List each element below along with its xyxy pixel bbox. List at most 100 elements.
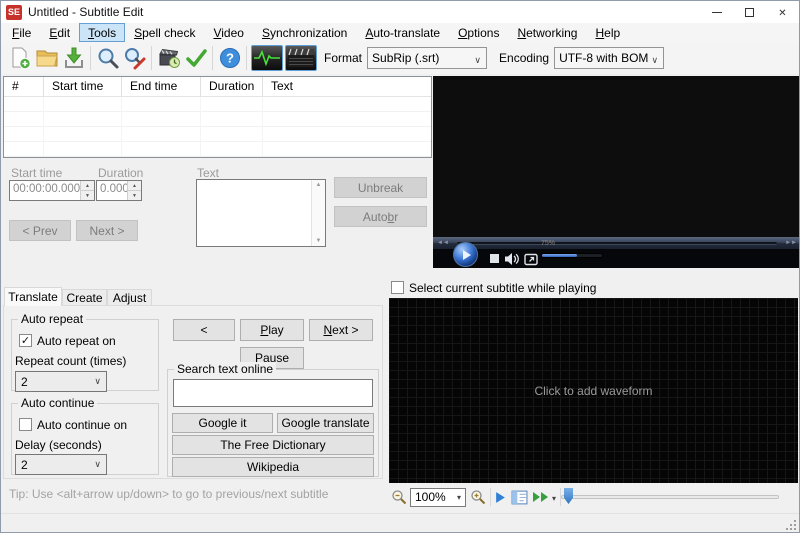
menu-options[interactable]: Options [449, 23, 508, 42]
auto-repeat-checkbox-label: Auto repeat on [37, 334, 116, 348]
spin-down-icon[interactable] [128, 191, 141, 200]
menu-help[interactable]: Help [586, 23, 629, 42]
help-button[interactable]: ? [216, 45, 243, 72]
google-translate-button[interactable]: Google translate [277, 413, 374, 433]
start-time-spinner[interactable] [80, 181, 94, 200]
search-text-input[interactable] [173, 379, 373, 407]
visual-sync-button[interactable] [155, 45, 182, 72]
auto-continue-checkbox[interactable] [19, 418, 32, 431]
save-subtitle-button[interactable] [60, 45, 87, 72]
window-controls [700, 1, 799, 23]
google-it-button[interactable]: Google it [172, 413, 273, 433]
auto-continue-checkbox-label: Auto continue on [37, 418, 128, 432]
spin-up-icon[interactable] [128, 181, 141, 191]
speaker-icon[interactable] [504, 252, 520, 266]
replace-button[interactable] [121, 45, 148, 72]
waveform-area[interactable]: Click to add waveform [389, 298, 798, 483]
menu-file[interactable]: File [3, 23, 40, 42]
zoom-out-icon[interactable] [391, 489, 407, 505]
close-button[interactable] [766, 1, 799, 23]
column-number[interactable]: # [4, 77, 44, 96]
video-player[interactable]: ◄◄ ►► 75% [433, 76, 799, 268]
auto-br-suffix: br [387, 209, 399, 224]
start-time-input[interactable]: 00:00:00.000 [9, 180, 95, 201]
spin-down-icon[interactable] [81, 191, 94, 200]
menu-edit[interactable]: Edit [40, 23, 79, 42]
fast-forward-icon[interactable] [532, 491, 550, 503]
play-icon [462, 249, 471, 260]
subtitle-list[interactable]: # Start time End time Duration Text [3, 76, 432, 158]
open-subtitle-button[interactable] [33, 45, 60, 72]
menu-tools[interactable]: Tools [79, 23, 126, 42]
fullscreen-icon[interactable] [524, 252, 538, 266]
video-toggle-button[interactable] [285, 45, 317, 71]
waveform-play-icon[interactable] [495, 491, 506, 504]
format-select[interactable]: SubRip (.srt) [367, 47, 488, 69]
tab-translate[interactable]: Translate [4, 287, 62, 306]
video-seek-bar[interactable]: ◄◄ ►► [433, 237, 799, 249]
duration-input[interactable]: 0.000 [96, 180, 142, 201]
repeat-count-select[interactable]: 2 [15, 371, 107, 392]
menu-video[interactable]: Video [204, 23, 252, 42]
auto-repeat-checkbox[interactable] [19, 334, 32, 347]
text-scrollbar[interactable] [311, 180, 325, 246]
minimize-button[interactable] [700, 1, 733, 23]
seek-track[interactable] [456, 241, 778, 245]
window-title: Untitled - Subtitle Edit [28, 5, 144, 19]
chevron-down-icon [94, 459, 101, 470]
help-icon: ? [219, 48, 240, 68]
seek-back-icon[interactable]: ◄◄ [433, 240, 453, 246]
unbreak-button[interactable]: Unbreak [334, 177, 427, 198]
encoding-select[interactable]: UTF-8 with BOM [554, 47, 665, 69]
column-text[interactable]: Text [263, 77, 431, 96]
free-dictionary-button[interactable]: The Free Dictionary [172, 435, 374, 455]
toolbar-separator [212, 46, 213, 70]
spin-up-icon[interactable] [81, 181, 94, 191]
seek-forward-icon[interactable]: ►► [781, 240, 799, 246]
text-label: Text [197, 166, 220, 180]
video-stop-button[interactable] [490, 254, 499, 263]
zoom-in-icon[interactable] [470, 489, 486, 505]
back-button[interactable]: < [173, 319, 235, 341]
wikipedia-button[interactable]: Wikipedia [172, 457, 374, 477]
menu-networking[interactable]: Networking [508, 23, 586, 42]
maximize-button[interactable] [733, 1, 766, 23]
position-slider-thumb[interactable] [564, 488, 573, 504]
spell-check-button[interactable] [182, 45, 209, 72]
new-subtitle-button[interactable] [6, 45, 33, 72]
menu-auto-translate[interactable]: Auto-translate [356, 23, 449, 42]
chevron-down-icon[interactable] [552, 490, 556, 504]
column-end-time[interactable]: End time [122, 77, 201, 96]
delay-select[interactable]: 2 [15, 454, 107, 475]
resize-grip[interactable] [786, 520, 796, 530]
show-video-columns-icon[interactable] [511, 490, 528, 505]
volume-slider[interactable] [541, 253, 603, 258]
subtitle-list-body[interactable] [4, 97, 431, 157]
duration-spinner[interactable] [127, 181, 141, 200]
menu-synchronization[interactable]: Synchronization [253, 23, 356, 42]
start-time-label: Start time [11, 166, 63, 180]
scroll-down-icon[interactable] [316, 238, 322, 244]
position-slider-track[interactable] [561, 495, 779, 499]
chevron-down-icon [457, 493, 461, 502]
play-button[interactable]: Play [240, 319, 304, 341]
column-duration[interactable]: Duration [201, 77, 263, 96]
waveform-toggle-button[interactable] [251, 45, 283, 71]
find-button[interactable] [94, 45, 121, 72]
minimize-icon [711, 11, 722, 13]
tab-adjust[interactable]: Adjust [107, 289, 152, 306]
scroll-up-icon[interactable] [316, 182, 322, 188]
next-subtitle-button[interactable]: Next > [309, 319, 373, 341]
column-start-time[interactable]: Start time [44, 77, 122, 96]
menu-spell-check[interactable]: Spell check [125, 23, 204, 42]
toolbar-separator [246, 46, 247, 70]
start-time-value: 00:00:00.000 [13, 183, 80, 195]
auto-br-button[interactable]: Auto br [334, 206, 427, 227]
prev-button[interactable]: < Prev [9, 220, 71, 241]
tab-create[interactable]: Create [62, 289, 107, 306]
waveform-zoom-select[interactable]: 100% [410, 487, 466, 507]
select-current-subtitle-checkbox[interactable] [391, 281, 404, 294]
next-button[interactable]: Next > [76, 220, 138, 241]
subtitle-text-input[interactable] [196, 179, 326, 247]
video-play-button[interactable] [453, 242, 478, 267]
